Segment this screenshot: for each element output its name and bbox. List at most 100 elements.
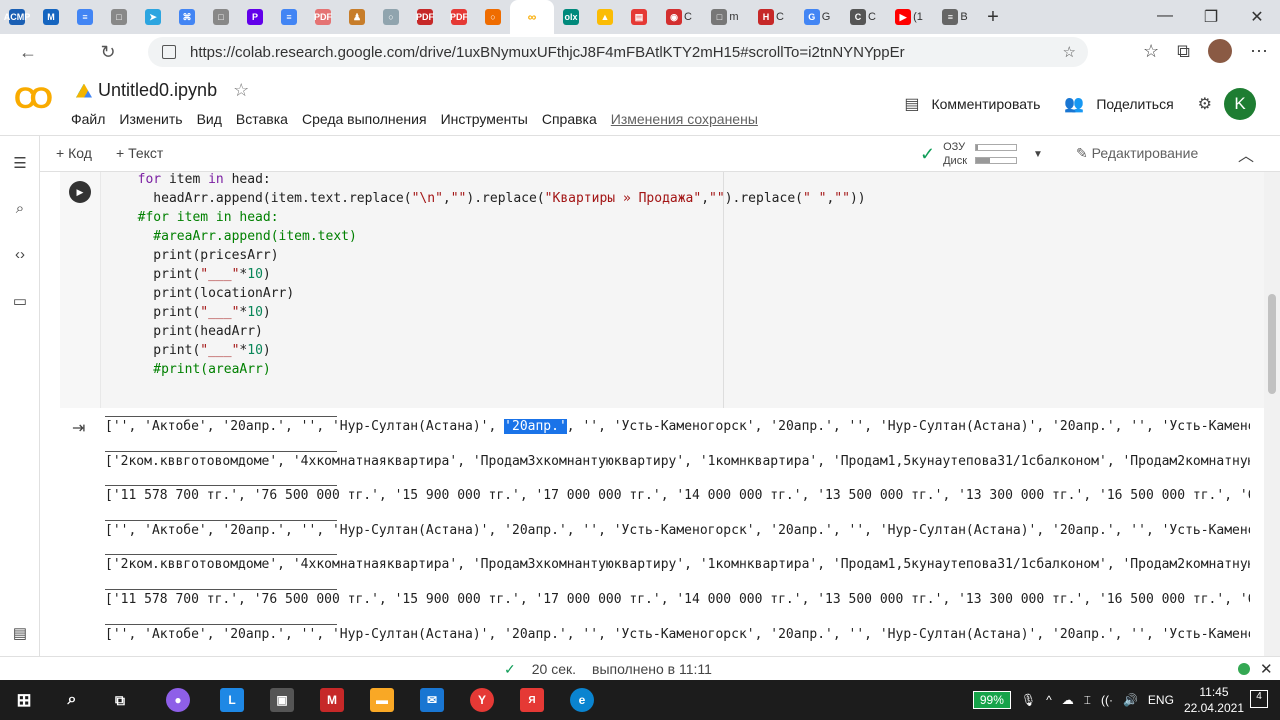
edge-icon[interactable]: e: [570, 688, 594, 712]
browser-tab[interactable]: PDF: [306, 0, 340, 34]
table-of-contents-icon[interactable]: ☰: [10, 154, 30, 174]
favorites-icon[interactable]: ☆: [1143, 41, 1159, 62]
add-text-button[interactable]: + Текст: [116, 145, 163, 161]
vertical-scrollbar[interactable]: [1264, 172, 1280, 656]
saved-status[interactable]: Изменения сохранены: [611, 111, 758, 127]
chevron-down-icon[interactable]: ▼: [1033, 149, 1043, 160]
menu-item[interactable]: Справка: [542, 111, 597, 127]
chevron-up-icon[interactable]: ^: [1046, 693, 1052, 707]
browser-tab[interactable]: ➤: [136, 0, 170, 34]
menu-item[interactable]: Вставка: [236, 111, 288, 127]
search-icon[interactable]: ⌕: [10, 200, 30, 220]
wifi-icon[interactable]: ((·: [1101, 693, 1113, 707]
share-button[interactable]: Поделиться: [1096, 96, 1173, 112]
browser-tab[interactable]: ▤: [622, 0, 656, 34]
app-circle-icon[interactable]: ●: [166, 688, 190, 712]
browser-tab[interactable]: HC: [748, 0, 794, 34]
browser-tab[interactable]: ▶ (1: [886, 0, 932, 34]
language-indicator[interactable]: ENG: [1148, 693, 1174, 707]
url-field[interactable]: https://colab.research.google.com/drive/…: [148, 37, 1088, 67]
menu-item[interactable]: Среда выполнения: [302, 111, 427, 127]
code-line[interactable]: print(pricesArr): [122, 246, 278, 265]
browser-tab[interactable]: ◉ C: [656, 0, 702, 34]
code-line[interactable]: print("___"*10): [122, 341, 270, 360]
browser-tab[interactable]: PDF: [408, 0, 442, 34]
more-menu-icon[interactable]: ⋯: [1250, 41, 1268, 62]
cloud-icon[interactable]: ☁: [1062, 693, 1074, 707]
search-icon[interactable]: ⌕: [60, 688, 84, 712]
file-explorer-icon[interactable]: ▬: [370, 688, 394, 712]
browser-tab[interactable]: M: [34, 0, 68, 34]
minimize-icon[interactable]: —: [1142, 7, 1188, 27]
new-tab-button[interactable]: +: [978, 6, 1008, 29]
yandex-icon[interactable]: Я: [520, 688, 544, 712]
terminal-icon[interactable]: ▤: [10, 624, 30, 644]
restore-icon[interactable]: ❐: [1188, 7, 1234, 27]
gear-icon[interactable]: ⚙: [1198, 94, 1212, 114]
browser-tab[interactable]: ▲: [588, 0, 622, 34]
collapse-header-icon[interactable]: ︿: [1238, 142, 1254, 166]
code-snippets-icon[interactable]: ‹›: [10, 246, 30, 266]
browser-tab[interactable]: PDF: [442, 0, 476, 34]
notification-center-icon[interactable]: 4: [1250, 690, 1268, 708]
browser-tab-active[interactable]: ∞: [510, 0, 554, 34]
browser-tab[interactable]: □: [204, 0, 238, 34]
user-avatar[interactable]: K: [1224, 88, 1256, 120]
code-line[interactable]: for item in head:: [122, 170, 271, 189]
reload-icon[interactable]: ↻: [90, 42, 126, 63]
menu-item[interactable]: Изменить: [119, 111, 182, 127]
browser-tab[interactable]: GG: [794, 0, 840, 34]
browser-tab[interactable]: P: [238, 0, 272, 34]
browser-tab[interactable]: ≡: [272, 0, 306, 34]
profile-avatar[interactable]: [1208, 39, 1232, 63]
browser-tab[interactable]: olx: [554, 0, 588, 34]
notebook-title[interactable]: Untitled0.ipynb: [98, 80, 217, 101]
back-arrow-icon[interactable]: ←: [10, 42, 46, 63]
mail-icon[interactable]: ✉: [420, 688, 444, 712]
close-icon[interactable]: ✕: [1260, 660, 1273, 678]
browser-tab[interactable]: ≡ B: [932, 0, 978, 34]
run-cell-button[interactable]: ▶: [69, 181, 91, 203]
drive-icon[interactable]: [76, 83, 92, 98]
code-line[interactable]: print("___"*10): [122, 265, 270, 284]
bookmark-star-icon[interactable]: ☆: [1063, 43, 1076, 61]
browser-tab[interactable]: ⌘: [170, 0, 204, 34]
clock[interactable]: 11:45 22.04.2021: [1184, 684, 1244, 716]
close-window-icon[interactable]: ✕: [1234, 7, 1280, 27]
browser-tab[interactable]: ○: [374, 0, 408, 34]
menu-item[interactable]: Файл: [71, 111, 105, 127]
browser-tab[interactable]: ♟: [340, 0, 374, 34]
editing-mode-button[interactable]: ✎ Редактирование: [1076, 145, 1198, 162]
code-line[interactable]: #print(areaArr): [122, 360, 270, 379]
volume-icon[interactable]: 🔊: [1123, 693, 1138, 707]
comment-button[interactable]: Комментировать: [931, 96, 1040, 112]
files-folder-icon[interactable]: ▭: [10, 292, 30, 312]
browser-tab[interactable]: ○: [476, 0, 510, 34]
share-people-icon[interactable]: 👥: [1064, 94, 1084, 114]
usb-icon[interactable]: ⌶: [1084, 693, 1091, 708]
comment-icon[interactable]: ▤: [904, 94, 919, 114]
windows-start-icon[interactable]: ⊞: [12, 688, 36, 712]
task-view-icon[interactable]: ⧉: [108, 688, 132, 712]
code-line[interactable]: headArr.append(item.text.replace("\n",""…: [122, 189, 865, 208]
code-line[interactable]: print("___"*10): [122, 303, 270, 322]
yandex-browser-icon[interactable]: Y: [470, 688, 494, 712]
code-line[interactable]: #areaArr.append(item.text): [122, 227, 357, 246]
star-icon[interactable]: ☆: [233, 80, 249, 101]
menu-item[interactable]: Инструменты: [441, 111, 528, 127]
browser-tab[interactable]: ACMP: [0, 0, 34, 34]
microphone-icon[interactable]: 🎙: [1021, 693, 1036, 707]
add-code-button[interactable]: + Код: [56, 145, 92, 161]
output-menu-icon[interactable]: ⇥: [72, 418, 85, 438]
browser-tab[interactable]: □: [102, 0, 136, 34]
scrollbar-thumb[interactable]: [1268, 294, 1276, 394]
collections-icon[interactable]: ⧉: [1177, 41, 1190, 62]
colab-logo[interactable]: CO: [14, 82, 53, 116]
antivirus-icon[interactable]: M: [320, 688, 344, 712]
code-line[interactable]: print(headArr): [122, 322, 263, 341]
browser-tab[interactable]: ≡: [68, 0, 102, 34]
code-cell[interactable]: ▶ for item in head: headArr.append(item.…: [60, 172, 1264, 408]
browser-tab[interactable]: □ m: [702, 0, 748, 34]
battery-indicator[interactable]: 99%: [972, 691, 1011, 709]
resource-indicator[interactable]: ✓ ОЗУ Диск ▼: [920, 140, 1043, 168]
